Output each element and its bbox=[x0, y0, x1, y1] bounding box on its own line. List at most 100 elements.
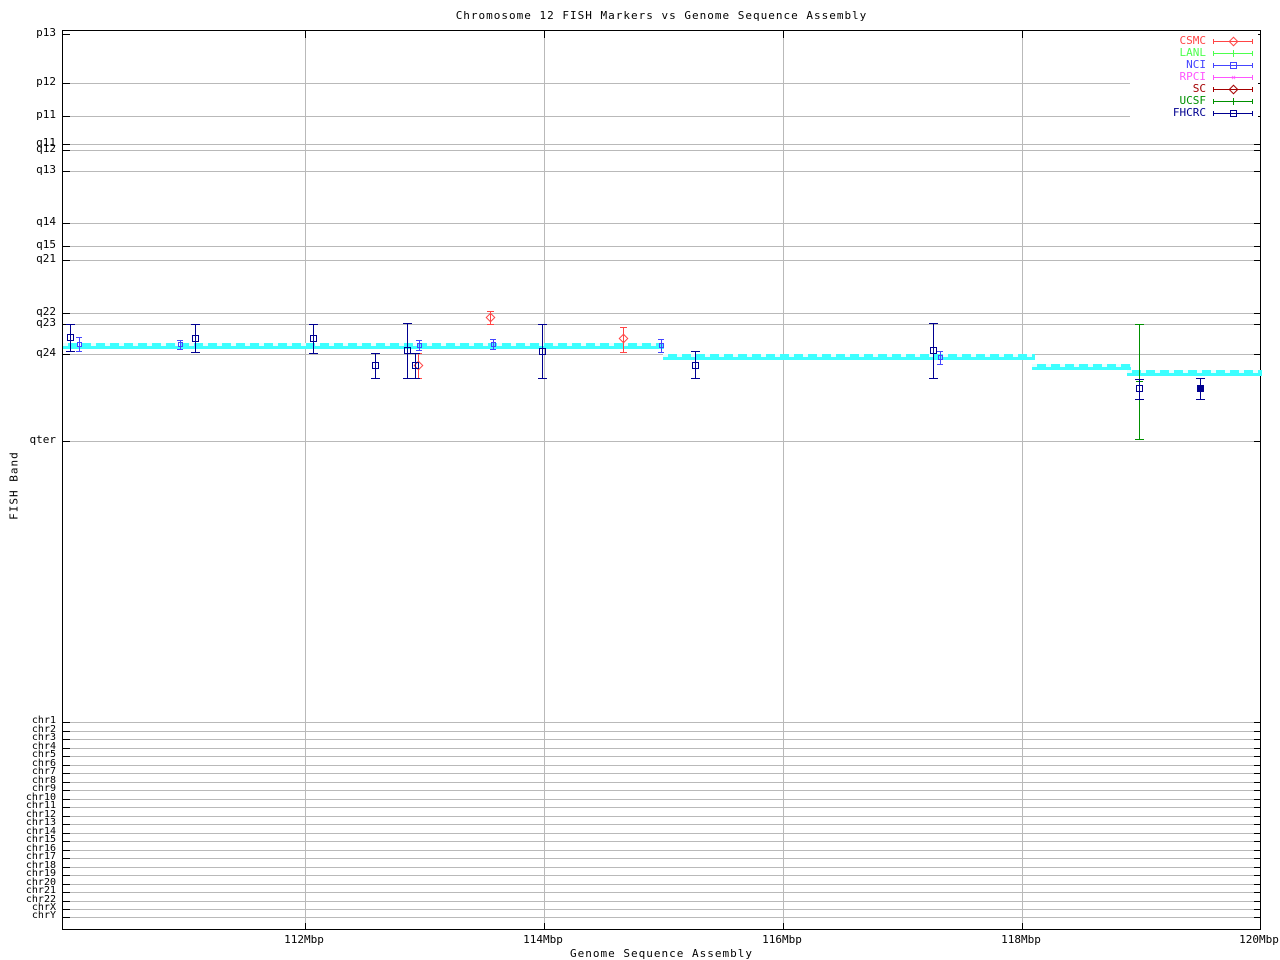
tick-bottom-120Mbp bbox=[1260, 923, 1261, 930]
tick-left-chr7 bbox=[63, 773, 70, 774]
gridline-h-q13 bbox=[64, 171, 1261, 172]
tick-left-chr10 bbox=[63, 799, 70, 800]
tick-left-chr12 bbox=[63, 816, 70, 817]
marker-square bbox=[412, 362, 419, 369]
marker-cross: × bbox=[1231, 73, 1236, 82]
tick-left-chr17 bbox=[63, 858, 70, 859]
marker-diamond bbox=[618, 333, 629, 344]
legend-sample-cap-left bbox=[1213, 87, 1214, 92]
tick-bottom-116Mbp bbox=[783, 923, 784, 930]
NCI-errorbar-cap-top bbox=[416, 340, 422, 341]
y-band-label: q21 bbox=[36, 252, 56, 265]
marker-square bbox=[1230, 62, 1237, 69]
tick-left-chr11 bbox=[63, 807, 70, 808]
NCI-errorbar-cap-bottom bbox=[416, 350, 422, 351]
tick-left-q14 bbox=[63, 223, 70, 224]
marker-square bbox=[404, 347, 411, 354]
FHCRC-errorbar-cap-top bbox=[403, 323, 412, 324]
NCI-errorbar-cap-bottom bbox=[658, 352, 664, 353]
tick-left-q13 bbox=[63, 171, 70, 172]
legend-sample-cap-left bbox=[1213, 51, 1214, 56]
tick-left-chr13 bbox=[63, 824, 70, 825]
NCI-errorbar-cap-bottom bbox=[937, 364, 943, 365]
assembly-segment-dashes bbox=[1032, 364, 1131, 367]
assembly-segment-dashes bbox=[1127, 370, 1262, 373]
tick-bottom-112Mbp bbox=[305, 923, 306, 930]
tick-left-q21 bbox=[63, 260, 70, 261]
tick-right-q15 bbox=[1254, 246, 1261, 247]
tick-right-chr9 bbox=[1254, 790, 1261, 791]
tick-left-chr20 bbox=[63, 884, 70, 885]
FHCRC-errorbar-cap-bottom bbox=[371, 378, 380, 379]
legend-sample-cap-left bbox=[1213, 99, 1214, 104]
tick-left-chr5 bbox=[63, 756, 70, 757]
NCI-errorbar-cap-bottom bbox=[490, 349, 496, 350]
tick-left-q12 bbox=[63, 150, 70, 151]
tick-right-q11 bbox=[1254, 144, 1261, 145]
y-band-label: q23 bbox=[36, 316, 56, 329]
tick-top-112Mbp bbox=[305, 31, 306, 38]
gridline-h-chr3 bbox=[64, 739, 1261, 740]
y-band-label: q24 bbox=[36, 346, 56, 359]
NCI-errorbar-cap-top bbox=[937, 351, 943, 352]
gridline-h-qter bbox=[64, 441, 1261, 442]
gridline-h-chr4 bbox=[64, 748, 1261, 749]
tick-right-chr14 bbox=[1254, 833, 1261, 834]
assembly-segment-dashes bbox=[63, 343, 664, 346]
FHCRC-errorbar-cap-bottom bbox=[191, 352, 200, 353]
gridline-v-118Mbp bbox=[1022, 32, 1023, 930]
assembly-segment bbox=[663, 354, 1035, 360]
legend-label-fhcrc: FHCRC bbox=[1172, 106, 1206, 119]
marker-square bbox=[1230, 110, 1237, 117]
tick-left-chr1 bbox=[63, 722, 70, 723]
UCSF-errorbar-cap-bottom bbox=[1135, 439, 1144, 440]
gridline-v-116Mbp bbox=[783, 32, 784, 930]
tick-left-q15 bbox=[63, 246, 70, 247]
y-band-label: p13 bbox=[36, 26, 56, 39]
gridline-h-q12 bbox=[64, 150, 1261, 151]
tick-left-chr22 bbox=[63, 901, 70, 902]
tick-right-chr20 bbox=[1254, 884, 1261, 885]
NCI-errorbar-cap-bottom bbox=[177, 349, 183, 350]
gridline-v-114Mbp bbox=[544, 32, 545, 930]
FHCRC-errorbar-cap-top bbox=[309, 324, 318, 325]
gridline-h-chr15 bbox=[64, 841, 1261, 842]
FHCRC-errorbar-cap-top bbox=[929, 323, 938, 324]
gridline-h-chr22 bbox=[64, 901, 1261, 902]
legend-sample-cap-right bbox=[1252, 39, 1253, 44]
tick-right-chr2 bbox=[1254, 731, 1261, 732]
tick-left-chr4 bbox=[63, 748, 70, 749]
FHCRC-errorbar-cap-bottom bbox=[1135, 399, 1144, 400]
gridline-h-chrX bbox=[64, 909, 1261, 910]
marker-square bbox=[77, 342, 82, 347]
gridline-h-q14 bbox=[64, 223, 1261, 224]
gridline-h-chr10 bbox=[64, 799, 1261, 800]
gridline-h-chr16 bbox=[64, 850, 1261, 851]
marker-square bbox=[1197, 385, 1204, 392]
gridline-h-q11 bbox=[64, 144, 1261, 145]
NCI-errorbar-cap-bottom bbox=[76, 351, 82, 352]
gridline-h-chr17 bbox=[64, 858, 1261, 859]
tick-right-chr16 bbox=[1254, 850, 1261, 851]
CSMC-errorbar-cap-bottom bbox=[487, 324, 494, 325]
legend-sample-cap-right bbox=[1252, 75, 1253, 80]
gridline-h-q22 bbox=[64, 313, 1261, 314]
tick-top-114Mbp bbox=[544, 31, 545, 38]
marker-square bbox=[938, 355, 943, 360]
gridline-h-chr18 bbox=[64, 867, 1261, 868]
tick-right-q13 bbox=[1254, 171, 1261, 172]
tick-right-chr13 bbox=[1254, 824, 1261, 825]
tick-right-q21 bbox=[1254, 260, 1261, 261]
tick-right-chr1 bbox=[1254, 722, 1261, 723]
tick-left-chr6 bbox=[63, 765, 70, 766]
tick-left-chr19 bbox=[63, 875, 70, 876]
tick-right-chr11 bbox=[1254, 807, 1261, 808]
gridline-h-chr19 bbox=[64, 875, 1261, 876]
gridline-h-chr6 bbox=[64, 765, 1261, 766]
tick-left-chr9 bbox=[63, 790, 70, 791]
tick-left-q11 bbox=[63, 144, 70, 145]
marker-square bbox=[417, 343, 422, 348]
tick-left-chr8 bbox=[63, 782, 70, 783]
legend-sample-cap-left bbox=[1213, 111, 1214, 116]
tick-right-chr22 bbox=[1254, 901, 1261, 902]
